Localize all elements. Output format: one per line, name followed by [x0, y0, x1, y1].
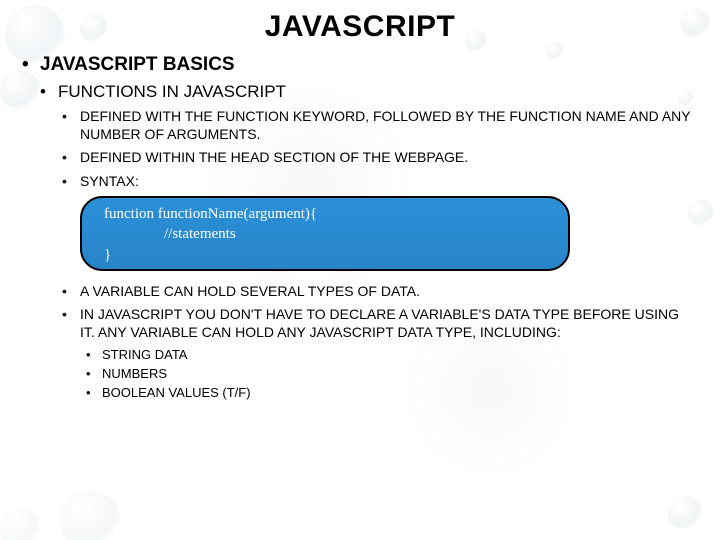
slide-title: JAVASCRIPT	[0, 0, 720, 44]
bullet-item: DEFINED WITHIN THE HEAD SECTION OF THE W…	[62, 149, 692, 167]
bullet-item: SYNTAX:	[62, 173, 692, 191]
sub-bullet-item: NUMBERS	[86, 366, 692, 381]
slide: JAVASCRIPT JAVASCRIPT BASICS FUNCTIONS I…	[0, 0, 720, 540]
heading-level2: FUNCTIONS IN JAVASCRIPT	[40, 82, 692, 102]
code-line: //statements	[104, 224, 546, 244]
code-box: function functionName(argument){ //state…	[80, 196, 570, 271]
bubble-decoration	[60, 490, 120, 540]
code-line: function functionName(argument){	[104, 204, 546, 224]
heading-level1: JAVASCRIPT BASICS	[22, 54, 692, 76]
sub-bullet-item: STRING DATA	[86, 347, 692, 362]
bubble-decoration	[668, 496, 702, 530]
bubble-decoration	[0, 508, 40, 540]
bullet-item: IN JAVASCRIPT YOU DON'T HAVE TO DECLARE …	[62, 306, 692, 341]
sub-bullet-item: BOOLEAN VALUES (T/F)	[86, 385, 692, 400]
bullet-item: A VARIABLE CAN HOLD SEVERAL TYPES OF DAT…	[62, 283, 692, 301]
code-line: }	[104, 245, 546, 265]
slide-content: JAVASCRIPT BASICS FUNCTIONS IN JAVASCRIP…	[0, 44, 720, 400]
code-example: function functionName(argument){ //state…	[80, 196, 692, 271]
bullet-item: DEFINED WITH THE FUNCTION KEYWORD, FOLLO…	[62, 108, 692, 143]
